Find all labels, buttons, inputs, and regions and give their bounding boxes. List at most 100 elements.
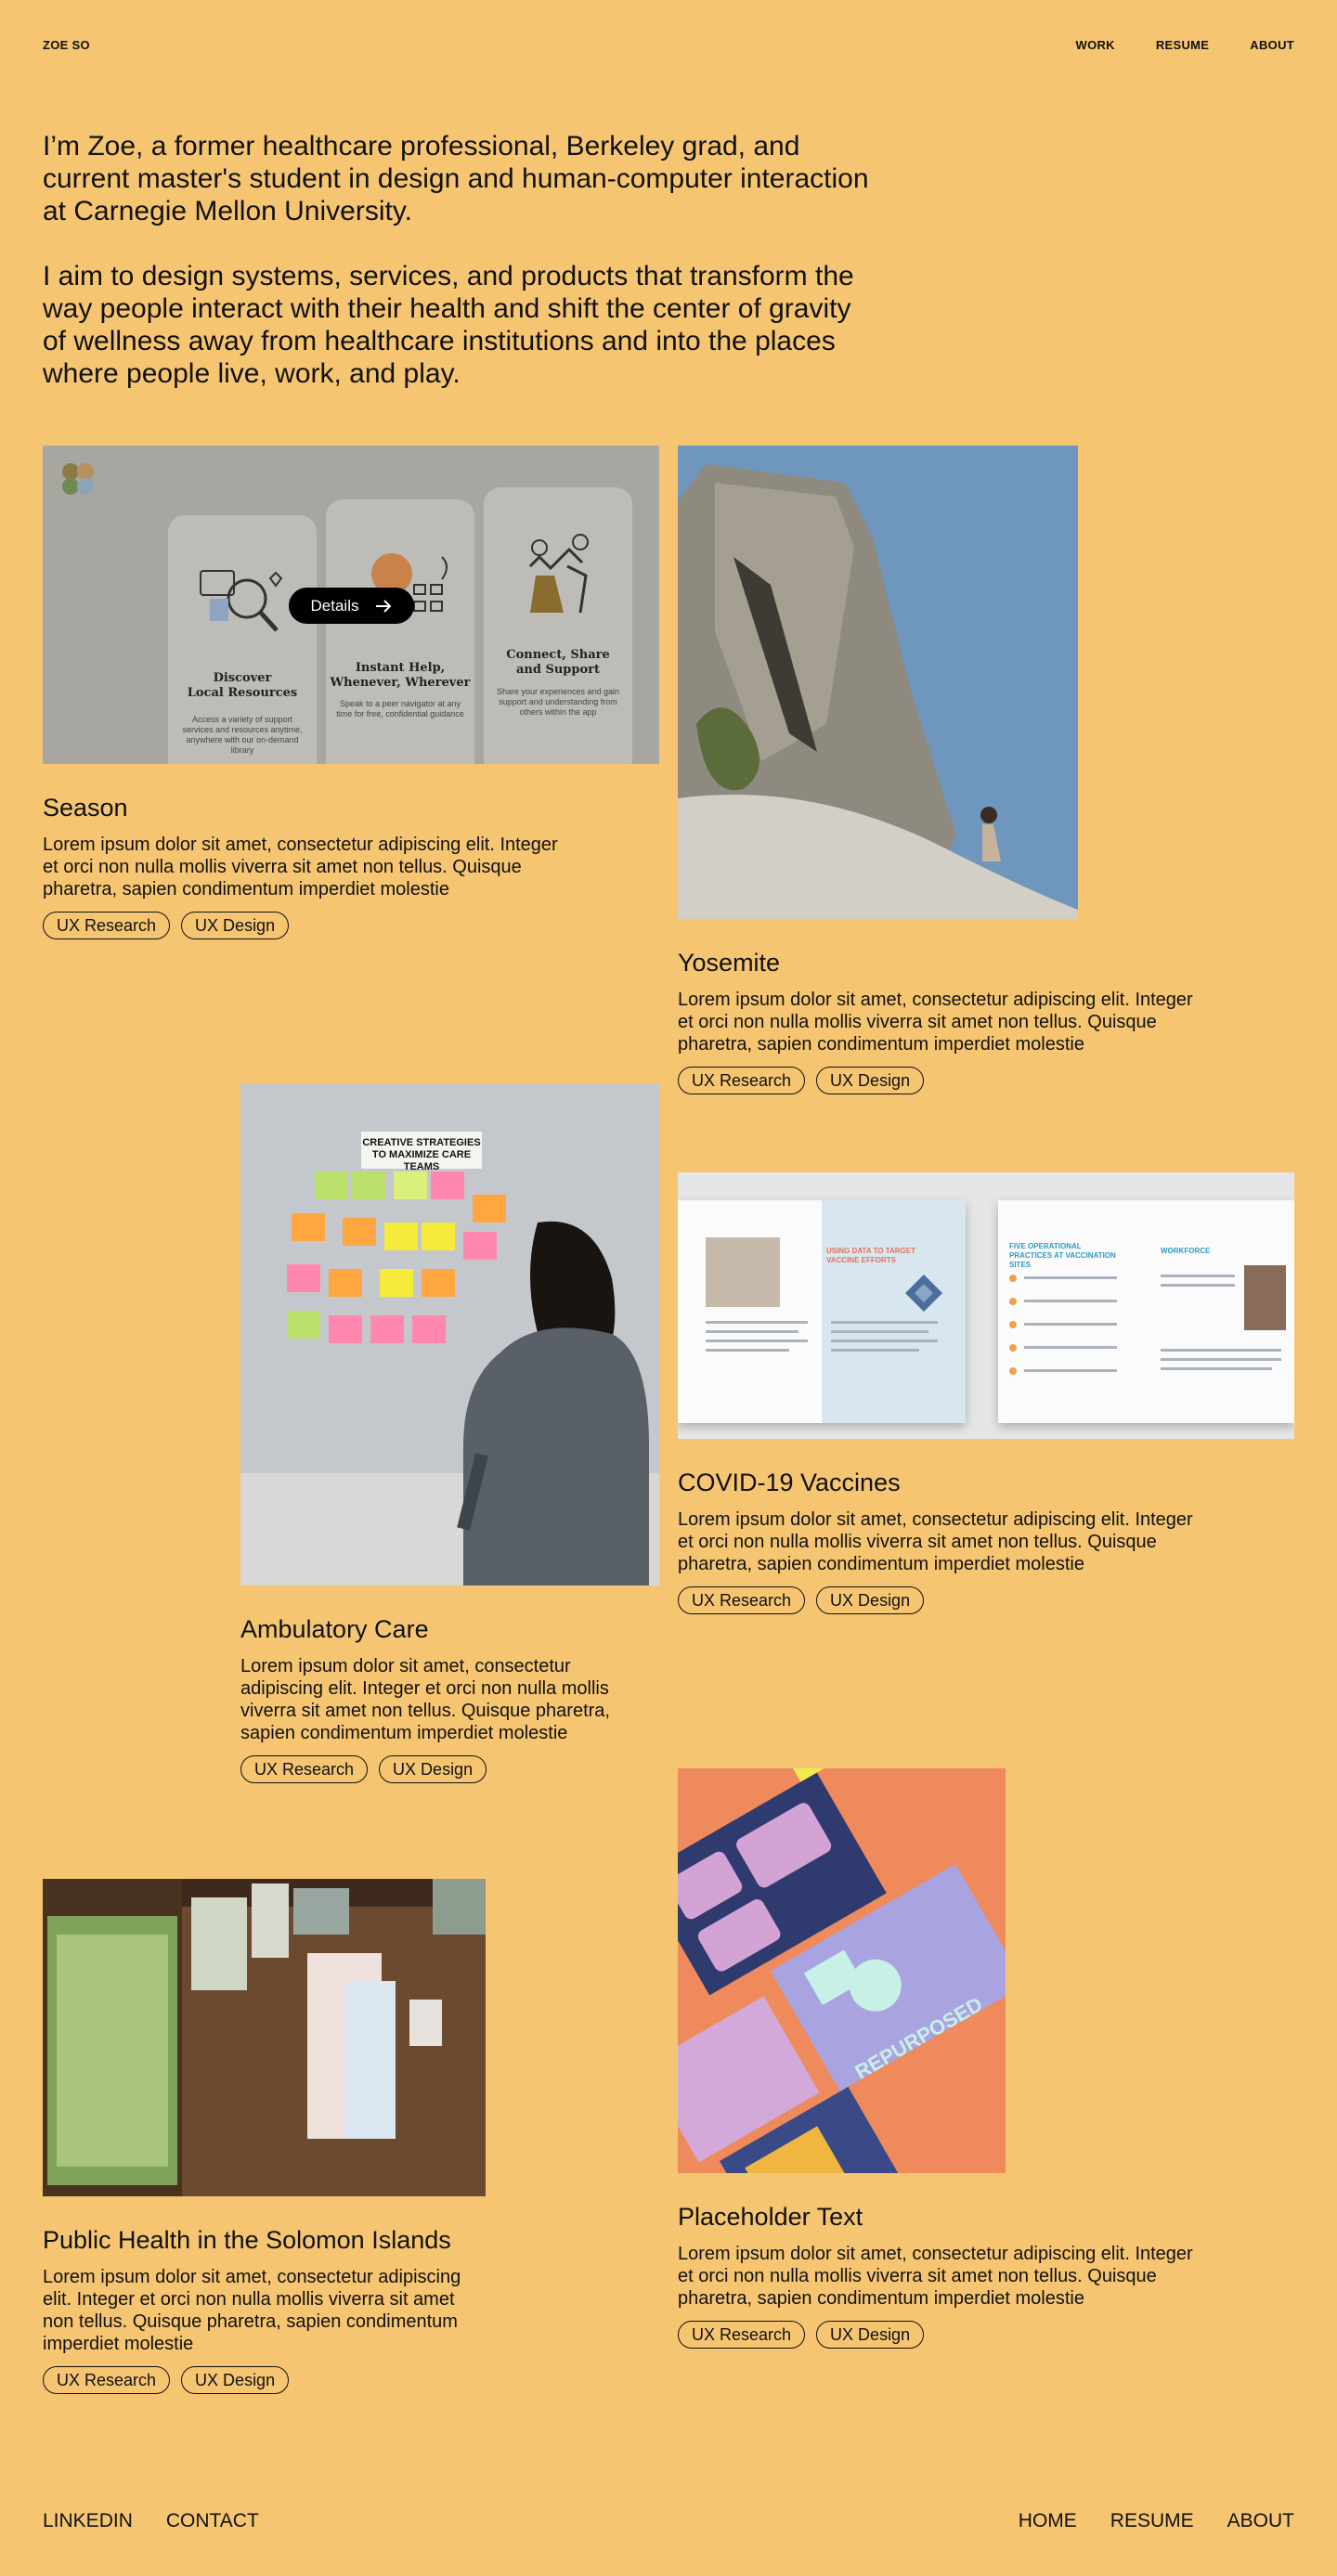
project-card-solomon[interactable]: Public Health in the Solomon Islands Lor… bbox=[43, 1879, 526, 2394]
footer-about-link[interactable]: ABOUT bbox=[1227, 2510, 1294, 2532]
tag-ux-design[interactable]: UX Design bbox=[181, 2366, 290, 2394]
intro-paragraph-1: I’m Zoe, a former healthcare professiona… bbox=[43, 131, 869, 227]
sticky-note bbox=[412, 1315, 446, 1343]
project-title[interactable]: Placeholder Text bbox=[678, 2203, 1294, 2232]
nav-resume[interactable]: RESUME bbox=[1156, 38, 1209, 52]
project-title[interactable]: Yosemite bbox=[678, 949, 1294, 977]
footer-home-link[interactable]: HOME bbox=[1019, 2510, 1077, 2532]
text-line bbox=[1161, 1284, 1235, 1287]
sticky-note bbox=[380, 1269, 413, 1297]
top-nav: WORK RESUME ABOUT bbox=[1076, 38, 1295, 52]
sticky-note bbox=[329, 1269, 362, 1297]
text-line bbox=[1024, 1369, 1117, 1372]
covid-image[interactable]: USING DATA TO TARGET VACCINE EFFORTS FIV… bbox=[678, 1172, 1294, 1439]
project-card-yosemite[interactable]: Yosemite Lorem ipsum dolor sit amet, con… bbox=[678, 446, 1294, 1094]
page: ZOE SO WORK RESUME ABOUT I’m Zoe, a form… bbox=[0, 0, 1337, 2576]
text-line bbox=[1024, 1276, 1117, 1279]
footer-right-nav: HOME RESUME ABOUT bbox=[1019, 2510, 1294, 2532]
sticky-note bbox=[287, 1264, 320, 1292]
project-description: Lorem ipsum dolor sit amet, consectetur … bbox=[678, 1509, 1193, 1574]
tag-list: UX Research UX Design bbox=[678, 1586, 1294, 1614]
text-line bbox=[831, 1349, 919, 1352]
sticky-note bbox=[292, 1213, 325, 1241]
sticky-note bbox=[315, 1171, 348, 1199]
sticky-note bbox=[384, 1223, 418, 1250]
tag-ux-design[interactable]: UX Design bbox=[181, 912, 290, 939]
placeholder-image[interactable]: REPURPOSED bbox=[678, 1768, 1006, 2173]
season-screen-2-title-text: Instant Help, Whenever, Wherever bbox=[330, 661, 471, 690]
project-title[interactable]: Public Health in the Solomon Islands bbox=[43, 2226, 526, 2255]
tag-list: UX Research UX Design bbox=[240, 1755, 659, 1783]
tag-ux-research[interactable]: UX Research bbox=[678, 1586, 806, 1614]
tag-list: UX Research UX Design bbox=[43, 912, 659, 939]
footer-resume-link[interactable]: RESUME bbox=[1110, 2510, 1194, 2532]
nav-work[interactable]: WORK bbox=[1076, 38, 1115, 52]
nav-about[interactable]: ABOUT bbox=[1250, 38, 1294, 52]
solomon-photo bbox=[43, 1879, 486, 2196]
tag-ux-design[interactable]: UX Design bbox=[379, 1755, 487, 1783]
tag-ux-research[interactable]: UX Research bbox=[240, 1755, 369, 1783]
text-line bbox=[831, 1321, 938, 1324]
map-icon bbox=[905, 1275, 942, 1312]
text-line bbox=[1024, 1323, 1117, 1326]
text-line bbox=[1161, 1367, 1272, 1370]
footer-contact-link[interactable]: CONTACT bbox=[166, 2510, 259, 2532]
season-screen-2-sub: Speak to a peer navigator at any time fo… bbox=[336, 699, 464, 718]
text-line bbox=[1161, 1358, 1281, 1361]
project-description: Lorem ipsum dolor sit amet, consectetur … bbox=[678, 2244, 1193, 2309]
season-screen-1-sub: Access a variety of support services and… bbox=[182, 715, 303, 755]
project-description: Lorem ipsum dolor sit amet, consectetur … bbox=[43, 835, 558, 900]
season-logo-icon bbox=[62, 463, 94, 495]
sticky-note bbox=[394, 1171, 427, 1199]
tag-ux-research[interactable]: UX Research bbox=[43, 912, 171, 939]
project-card-placeholder[interactable]: REPURPOSED Placeholder Text Lorem ipsum … bbox=[678, 1768, 1294, 2349]
poster-heading: CREATIVE STRATEGIES TO MAXIMIZE CARE TEA… bbox=[361, 1132, 482, 1172]
season-screen-1-title: Discover Local Resources bbox=[168, 671, 317, 701]
intro: I’m Zoe, a former healthcare professiona… bbox=[43, 130, 878, 390]
site-logo[interactable]: ZOE SO bbox=[43, 38, 90, 52]
photo-worker bbox=[1244, 1265, 1286, 1330]
text-line bbox=[1024, 1300, 1117, 1302]
tag-ux-research[interactable]: UX Research bbox=[678, 1067, 806, 1094]
solomon-image[interactable] bbox=[43, 1879, 486, 2196]
season-screen-2 bbox=[326, 499, 474, 764]
project-card-ambulatory[interactable]: CREATIVE STRATEGIES TO MAXIMIZE CARE TEA… bbox=[240, 1083, 659, 1783]
text-line bbox=[1161, 1349, 1281, 1352]
text-line bbox=[706, 1340, 808, 1342]
details-button[interactable]: Details bbox=[289, 588, 414, 624]
season-image[interactable]: Discover Local Resources Access a variet… bbox=[43, 446, 659, 764]
tag-ux-design[interactable]: UX Design bbox=[816, 1067, 925, 1094]
tag-ux-research[interactable]: UX Research bbox=[678, 2321, 806, 2349]
bullet-dot bbox=[1009, 1367, 1017, 1375]
intro-paragraph-2: I aim to design systems, services, and p… bbox=[43, 261, 854, 389]
person-figure bbox=[457, 1221, 649, 1586]
yosemite-image[interactable] bbox=[678, 446, 1078, 919]
footer-linkedin-link[interactable]: LINKEDIN bbox=[43, 2510, 133, 2532]
tag-ux-design[interactable]: UX Design bbox=[816, 1586, 925, 1614]
season-screen-3-sub: Share your experiences and gain support … bbox=[496, 687, 620, 717]
booklet-spread-2: FIVE OPERATIONAL PRACTICES AT VACCINATIO… bbox=[998, 1200, 1294, 1423]
sticky-note bbox=[352, 1171, 385, 1199]
project-description: Lorem ipsum dolor sit amet, consectetur … bbox=[678, 990, 1193, 1055]
text-line bbox=[706, 1321, 808, 1324]
people-illustration-icon bbox=[528, 534, 589, 614]
tag-ux-research[interactable]: UX Research bbox=[43, 2366, 171, 2394]
project-title[interactable]: Ambulatory Care bbox=[240, 1615, 659, 1644]
bullet-dot bbox=[1009, 1321, 1017, 1328]
project-title[interactable]: COVID-19 Vaccines bbox=[678, 1469, 1294, 1497]
footer-left-nav: LINKEDIN CONTACT bbox=[43, 2510, 259, 2532]
ambulatory-image[interactable]: CREATIVE STRATEGIES TO MAXIMIZE CARE TEA… bbox=[240, 1083, 659, 1586]
project-card-season[interactable]: Discover Local Resources Access a variet… bbox=[43, 446, 659, 939]
season-screen-3-title: Connect, Share and Support bbox=[484, 648, 632, 678]
details-label: Details bbox=[310, 596, 359, 615]
text-line bbox=[831, 1330, 928, 1333]
project-card-covid[interactable]: USING DATA TO TARGET VACCINE EFFORTS FIV… bbox=[678, 1172, 1294, 1614]
project-description: Lorem ipsum dolor sit amet, consectetur … bbox=[43, 2267, 461, 2354]
bullet-dot bbox=[1009, 1298, 1017, 1305]
sticky-note bbox=[287, 1311, 320, 1339]
project-title[interactable]: Season bbox=[43, 794, 659, 822]
tag-list: UX Research UX Design bbox=[43, 2366, 526, 2394]
text-line bbox=[706, 1330, 798, 1333]
tag-ux-design[interactable]: UX Design bbox=[816, 2321, 925, 2349]
tag-list: UX Research UX Design bbox=[678, 2321, 1294, 2349]
